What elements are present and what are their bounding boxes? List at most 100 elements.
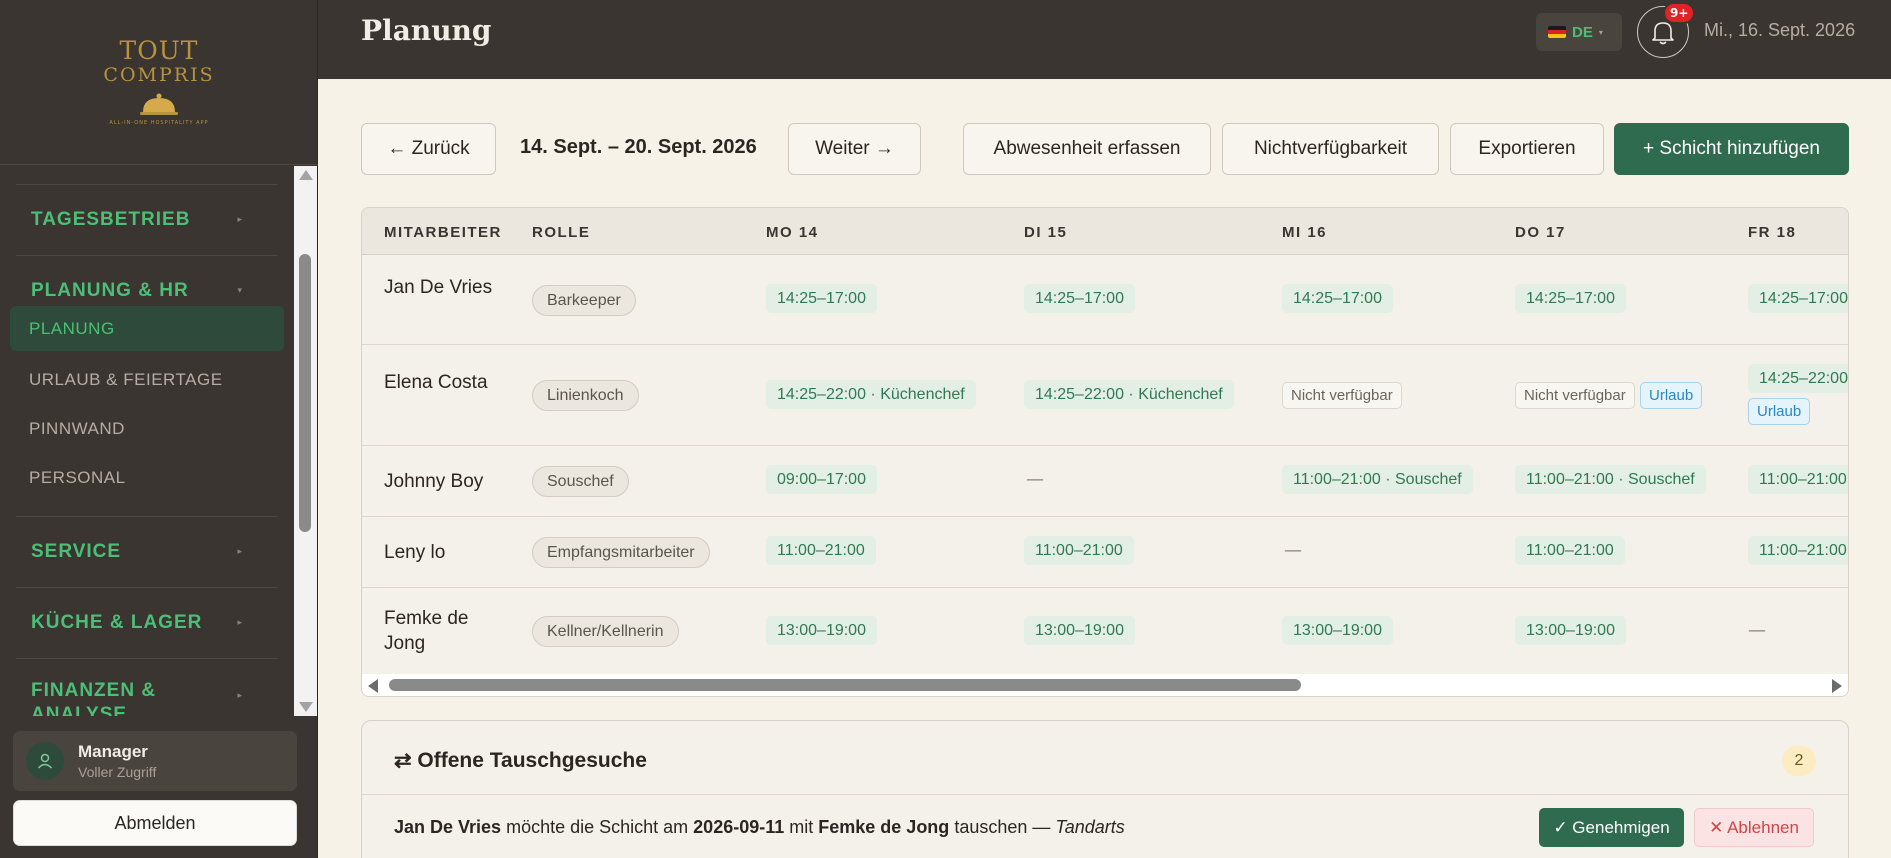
shift-chip[interactable]: 14:25–22:00 · Küchenchef [1024,380,1234,409]
shift-chip[interactable]: 14:25–22:00 · Küchenchef [766,380,976,409]
swap-partner: Femke de Jong [818,817,950,837]
shift-chip[interactable]: 14:25–17:00 [1282,284,1393,313]
chevron-right-icon: ▸ [237,691,242,701]
role-tag: Linienkoch [532,380,639,411]
chevron-right-icon: ▸ [237,547,242,557]
column-header-role: ROLLE [532,224,591,241]
shift-chip[interactable]: 14:25–17:00 [1515,284,1626,313]
swap-text: möchte die Schicht am [501,817,694,837]
shift-chip[interactable]: 14:25–22:00 [1748,364,1848,393]
role-tag: Souschef [532,466,629,497]
chevron-down-icon: ▾ [237,286,242,296]
swap-requester: Jan De Vries [394,817,502,837]
column-header-wed[interactable]: MI 16 [1282,224,1327,241]
current-date: Mi., 16. Sept. 2026 [1704,20,1856,40]
shift-chip[interactable]: 11:00–21:00 · Souschef [1282,465,1473,494]
sidebar-nav: TAGESBETRIEB ▸ PLANUNG & HR ▾ PLANUNG UR… [0,166,294,716]
nav-group-service[interactable]: SERVICE ▸ [0,517,294,587]
sidebar-item-label: PERSONAL [29,467,126,487]
scrollbar-thumb[interactable] [389,679,1301,691]
shift-chip[interactable]: 11:00–21:00 [1748,536,1848,565]
shift-chip[interactable]: 11:00–21:00 [1515,536,1625,565]
brand-name-line1: TOUT [119,36,199,65]
record-absence-button[interactable]: Abwesenheit erfassen [963,123,1211,175]
week-range: 14. Sept. – 20. Sept. 2026 [520,136,757,158]
user-card[interactable]: Manager Voller Zugriff [13,731,297,791]
next-week-button[interactable]: Weiter → [788,123,921,175]
nav-group-label: FINANZEN & ANALYSE [31,680,157,716]
unavailability-button[interactable]: Nichtverfügbarkeit [1222,123,1439,175]
unavailable-tag[interactable]: Nicht verfügbar [1282,382,1402,409]
nav-group-kueche-lager[interactable]: KÜCHE & LAGER ▸ [0,588,294,658]
scrollbar-thumb[interactable] [299,254,311,532]
shift-chip[interactable]: 09:00–17:00 [766,465,877,494]
brand-name-line2: COMPRIS [103,64,215,86]
empty-shift[interactable]: — [1026,469,1044,490]
user-role: Voller Zugriff [78,764,157,780]
shift-chip[interactable]: 11:00–21:00 · Souschef [1515,465,1706,494]
table-header: MITARBEITER ROLLE MO 14 DI 15 MI 16 DO 1… [362,208,1848,255]
brand-tagline: ALL-IN-ONE HOSPITALITY APP [109,120,209,126]
leave-tag[interactable]: Urlaub [1640,382,1703,409]
table-row: Johnny Boy Souschef 09:00–17:00 — 11:00–… [362,446,1848,517]
top-bar: Planung DE ▾ 9+ Mi., 16. Sept. 2026 [318,0,1891,79]
swap-request-row: Jan De Vries möchte die Schicht am 2026-… [394,817,1125,838]
column-header-tue[interactable]: DI 15 [1024,224,1067,241]
logout-button[interactable]: Abmelden [13,800,297,846]
shift-chip[interactable]: 14:25–17:00 [1024,284,1135,313]
table-row: Femke de Jong Kellner/Kellnerin 13:00–19… [362,588,1848,676]
column-header-mon[interactable]: MO 14 [766,224,819,241]
swap-date: 2026-09-11 [693,817,785,837]
shift-chip[interactable]: 14:25–17:00 [766,284,877,313]
shift-chip[interactable]: 11:00–21:00 [1024,536,1134,565]
shift-chip[interactable]: 14:25–17:00 [1748,284,1848,313]
sidebar-item-pinnwand[interactable]: PINNWAND [0,404,294,453]
table-horizontal-scrollbar[interactable] [362,674,1848,696]
shift-chip[interactable]: 13:00–19:00 [1282,616,1393,645]
shift-chip[interactable]: 13:00–19:00 [1024,616,1135,645]
chevron-down-icon: ▾ [1598,27,1603,37]
previous-week-button[interactable]: ← Zurück [361,123,496,175]
reject-swap-button[interactable]: ✕ Ablehnen [1694,808,1814,847]
swap-text: mit [784,817,819,837]
scroll-up-icon[interactable] [299,170,313,180]
nav-group-tagesbetrieb[interactable]: TAGESBETRIEB ▸ [0,185,294,255]
sidebar-item-personal[interactable]: PERSONAL [0,453,294,502]
swap-count-badge: 2 [1782,746,1816,776]
export-button[interactable]: Exportieren [1450,123,1604,175]
page-title: Planung [361,14,492,47]
role-tag: Kellner/Kellnerin [532,616,679,647]
shift-chip[interactable]: 13:00–19:00 [1515,616,1626,645]
scroll-left-icon[interactable] [368,679,378,693]
add-shift-button[interactable]: + Schicht hinzufügen [1614,123,1849,175]
sidebar-item-label: PINNWAND [29,418,125,438]
column-header-thu[interactable]: DO 17 [1515,224,1566,241]
sidebar-item-urlaub-feiertage[interactable]: URLAUB & FEIERTAGE [0,355,294,404]
nav-group-label: SERVICE [31,541,122,562]
chevron-right-icon: ▸ [237,215,242,225]
user-name: Manager [78,742,148,761]
unavailable-tag[interactable]: Nicht verfügbar [1515,382,1635,409]
column-header-fri[interactable]: FR 18 [1748,224,1796,241]
leave-tag[interactable]: Urlaub [1748,398,1811,425]
scroll-down-icon[interactable] [299,702,313,712]
empty-shift[interactable]: — [1748,620,1766,641]
brand-logo[interactable]: TOUT COMPRIS ALL-IN-ONE HOSPITALITY APP [0,0,318,165]
language-selector[interactable]: DE ▾ [1536,13,1622,51]
avatar [26,742,64,780]
empty-shift[interactable]: — [1284,540,1302,561]
shift-chip[interactable]: 11:00–21:00 [766,536,876,565]
swap-reason: Tandarts [1055,817,1125,837]
nav-group-label: TAGESBETRIEB [31,209,191,230]
user-meta: Manager Voller Zugriff [78,742,156,780]
shift-chip[interactable]: 13:00–19:00 [766,616,877,645]
employee-name: Elena Costa [384,372,488,393]
shift-chip[interactable]: 11:00–21:00 [1748,465,1848,494]
nav-group-finanzen-analyse[interactable]: FINANZEN & ANALYSE ▸ [0,659,294,716]
scroll-right-icon[interactable] [1832,679,1842,693]
user-icon [37,753,53,769]
approve-swap-button[interactable]: ✓ Genehmigen [1539,808,1684,847]
sidebar-scrollbar[interactable] [294,166,317,716]
nav-group-label: PLANUNG & HR [31,280,189,301]
sidebar-item-planung[interactable]: PLANUNG [10,306,284,351]
